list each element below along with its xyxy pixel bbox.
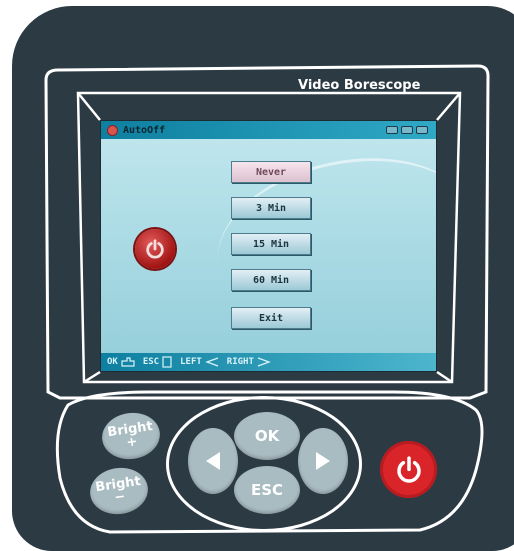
screen-title: AutoOff <box>123 124 166 136</box>
arrow-left-icon <box>204 357 219 367</box>
hint-esc-label: ESC <box>142 357 160 367</box>
hand-icon <box>121 357 135 367</box>
hint-ok-label: OK <box>107 357 118 367</box>
minus-icon: − <box>113 489 127 506</box>
hint-right: RIGHT <box>227 357 271 367</box>
hint-left-label: LEFT <box>180 357 202 367</box>
right-button[interactable] <box>298 428 348 494</box>
brand-label: Video Borescope <box>298 78 421 93</box>
menu-item-never[interactable]: Never <box>231 161 311 183</box>
esc-button[interactable]: ESC <box>234 466 300 514</box>
hint-right-label: RIGHT <box>226 357 254 367</box>
battery-icon <box>386 126 398 134</box>
screen-title-bar: AutoOff <box>101 121 436 139</box>
ok-button[interactable]: OK <box>234 412 300 460</box>
lcd-screen: AutoOff Never 3 Min 15 Min 60 Min Exit O… <box>100 120 437 372</box>
menu-item-15-min[interactable]: 15 Min <box>231 233 311 255</box>
arrow-right-icon <box>257 357 271 367</box>
plus-icon: + <box>125 434 139 451</box>
menu-item-3-min[interactable]: 3 Min <box>231 197 311 219</box>
hint-esc: ESC <box>143 356 172 368</box>
door-icon <box>162 356 172 368</box>
triangle-right-icon <box>316 452 330 470</box>
storage-icon <box>416 126 428 134</box>
autooff-power-icon <box>135 229 175 269</box>
menu-item-exit[interactable]: Exit <box>231 307 311 329</box>
screen-hint-bar: OK ESC LEFT RIGHT <box>101 353 436 371</box>
signal-icon <box>401 126 413 134</box>
triangle-left-icon <box>206 452 220 470</box>
left-button[interactable] <box>188 428 238 494</box>
status-icons <box>368 125 428 135</box>
power-indicator-icon <box>107 124 118 136</box>
hint-ok: OK <box>107 357 135 367</box>
power-icon <box>396 455 421 483</box>
menu-item-60-min[interactable]: 60 Min <box>231 269 311 291</box>
hint-left: LEFT <box>180 357 219 367</box>
power-button[interactable] <box>380 441 437 498</box>
